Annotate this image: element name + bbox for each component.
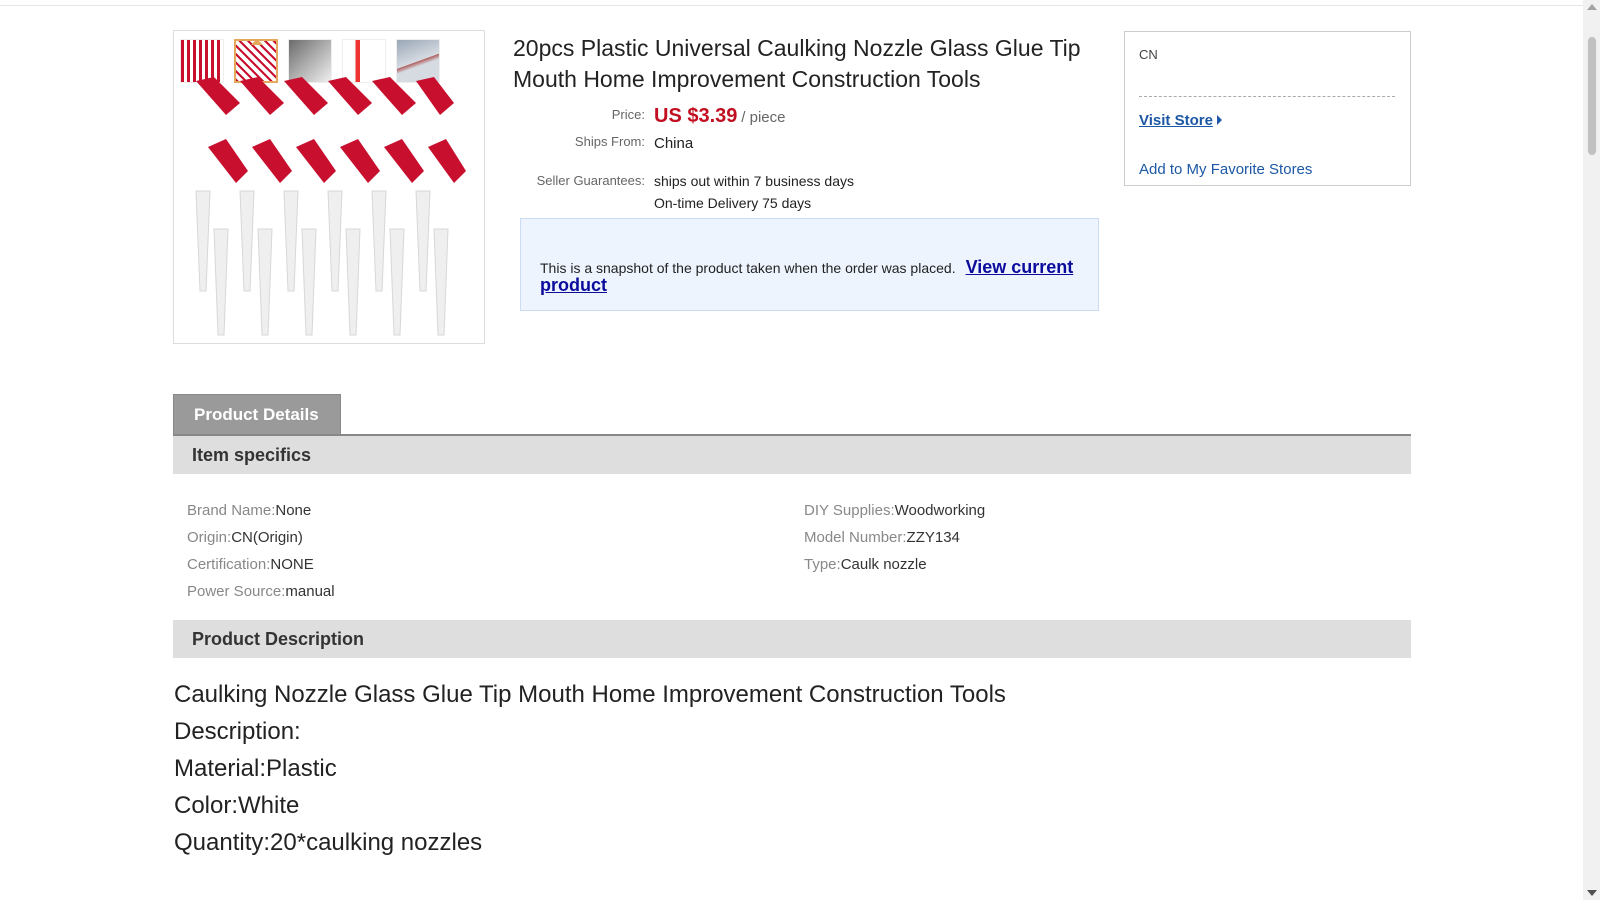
snapshot-notice: This is a snapshot of the product taken … [520,218,1099,311]
red-nozzle [372,77,416,115]
white-nozzle [195,190,211,292]
product-title: 20pcs Plastic Universal Caulking Nozzle … [513,35,1081,92]
white-nozzle [389,228,405,336]
tab-product-details[interactable]: Product Details [173,394,341,435]
white-nozzle [371,190,387,292]
price-value: US $3.39 [654,105,738,127]
ships-from-value: China [654,135,694,152]
scroll-up-icon[interactable] [1587,4,1597,10]
snapshot-message: This is a snapshot of the product taken … [540,260,956,276]
store-divider [1139,96,1395,97]
spec-type: Type:Caulk nozzle [804,556,927,573]
red-nozzle [240,77,284,115]
store-box: CN Visit Store Add to My Favorite Stores [1124,31,1411,186]
red-nozzle [252,139,292,183]
spec-value: NONE [270,556,314,573]
spec-key: Power Source: [187,583,286,600]
price-value-group: US $3.39 / piece [654,105,785,128]
white-nozzle [327,190,343,292]
scroll-down-icon[interactable] [1587,890,1597,896]
spec-key: Brand Name: [187,502,276,519]
spec-key: Model Number: [804,529,907,546]
white-nozzle [213,228,229,336]
spec-diy-supplies: DIY Supplies:Woodworking [804,502,985,519]
red-nozzle [328,77,372,115]
spec-value: CN(Origin) [231,529,303,546]
spec-certification: Certification:NONE [187,556,314,573]
spec-model-number: Model Number:ZZY134 [804,529,960,546]
product-gallery [173,30,485,344]
white-nozzle [283,190,299,292]
guarantee-dispatch: ships out within 7 business days [654,173,854,189]
spec-key: Type: [804,556,841,573]
spec-value: None [275,502,312,519]
scrollbar-thumb[interactable] [1587,36,1597,156]
price-label: Price: [611,107,645,122]
description-line: Description: [174,718,301,745]
visit-store-link[interactable]: Visit Store [1139,112,1222,129]
description-line: Material:Plastic [174,755,337,782]
product-description-heading: Product Description [173,620,1411,658]
store-country: CN [1139,47,1158,62]
white-nozzle [433,228,449,336]
spec-key: Origin: [187,529,232,546]
page-scrollbar[interactable] [1583,0,1600,900]
description-line: Caulking Nozzle Glass Glue Tip Mouth Hom… [174,681,1006,708]
guarantees-label: Seller Guarantees: [536,173,645,188]
spec-power-source: Power Source:manual [187,583,335,600]
product-main-image[interactable] [174,73,485,344]
spec-value: Caulk nozzle [840,556,927,573]
red-nozzle [284,77,328,115]
white-nozzle [301,228,317,336]
caret-right-icon [1216,115,1222,125]
white-nozzle [415,190,431,292]
item-specifics-heading: Item specifics [173,436,1411,474]
price-unit: / piece [741,109,786,126]
red-nozzle [340,139,380,183]
white-nozzle [257,228,273,336]
spec-value: manual [285,583,335,600]
red-nozzle [296,139,336,183]
visit-store-label: Visit Store [1139,112,1213,129]
add-favorite-store-link[interactable]: Add to My Favorite Stores [1139,161,1312,178]
guarantee-delivery: On-time Delivery 75 days [654,195,812,211]
spec-key: DIY Supplies: [804,502,895,519]
description-line: Color:White [174,792,300,819]
white-nozzle [345,228,361,336]
spec-key: Certification: [187,556,271,573]
description-line: Quantity:20*caulking nozzles [174,829,483,856]
spec-brand-name: Brand Name:None [187,502,311,519]
top-divider [0,5,1588,6]
red-nozzle [196,77,240,115]
snapshot-text-wrap: This is a snapshot of the product taken … [540,258,1080,295]
red-nozzle [208,139,248,183]
red-nozzle [416,77,454,115]
white-nozzle [239,190,255,292]
ships-from-label: Ships From: [574,134,645,149]
red-nozzle [428,139,466,183]
spec-value: ZZY134 [906,529,960,546]
spec-value: Woodworking [894,502,986,519]
spec-origin: Origin:CN(Origin) [187,529,303,546]
red-nozzle [384,139,424,183]
